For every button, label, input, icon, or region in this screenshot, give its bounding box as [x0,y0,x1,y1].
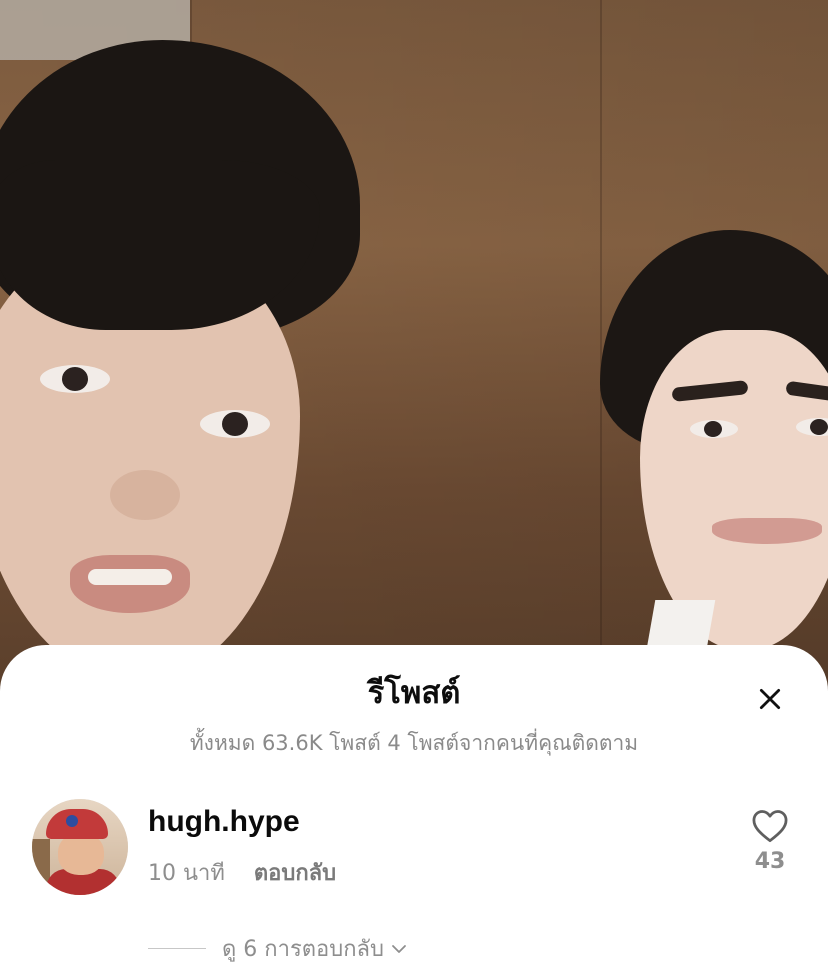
person-left-nose [110,470,180,520]
like-control: 43 [746,809,794,874]
reply-button[interactable]: ตอบกลับ [254,861,336,886]
comment-row: hugh.hype 10 นาที ตอบกลับ 43 [0,795,828,905]
person-right-mouth [712,518,822,544]
view-replies-label: ดู 6 การตอบกลับ [222,937,384,962]
timestamp: 10 นาที [148,861,225,886]
repost-summary: ทั้งหมด 63.6K โพสต์ 4 โพสต์จากคนที่คุณติ… [189,731,639,755]
username[interactable]: hugh.hype [148,805,300,839]
person-left-eye [200,410,270,438]
chevron-down-icon [392,944,406,953]
like-count: 43 [754,849,786,874]
person-left-mouth [70,555,190,613]
person-left-eye [40,365,110,393]
close-icon [759,688,781,710]
comment-meta: 10 นาที ตอบกลับ [148,855,336,890]
repost-sheet: รีโพสต์ ทั้งหมด 63.6K โพสต์ 4 โพสต์จากคน… [0,645,828,971]
divider-line [148,947,206,950]
view-replies-button[interactable]: ดู 6 การตอบกลับ [148,931,408,966]
sheet-title: รีโพสต์ [367,675,461,711]
person-right-eye [690,420,738,438]
heart-outline-icon[interactable] [751,809,789,843]
wood-panel-line [600,0,602,700]
background-photo [0,0,828,700]
close-button[interactable] [748,677,792,721]
avatar[interactable] [32,799,128,895]
